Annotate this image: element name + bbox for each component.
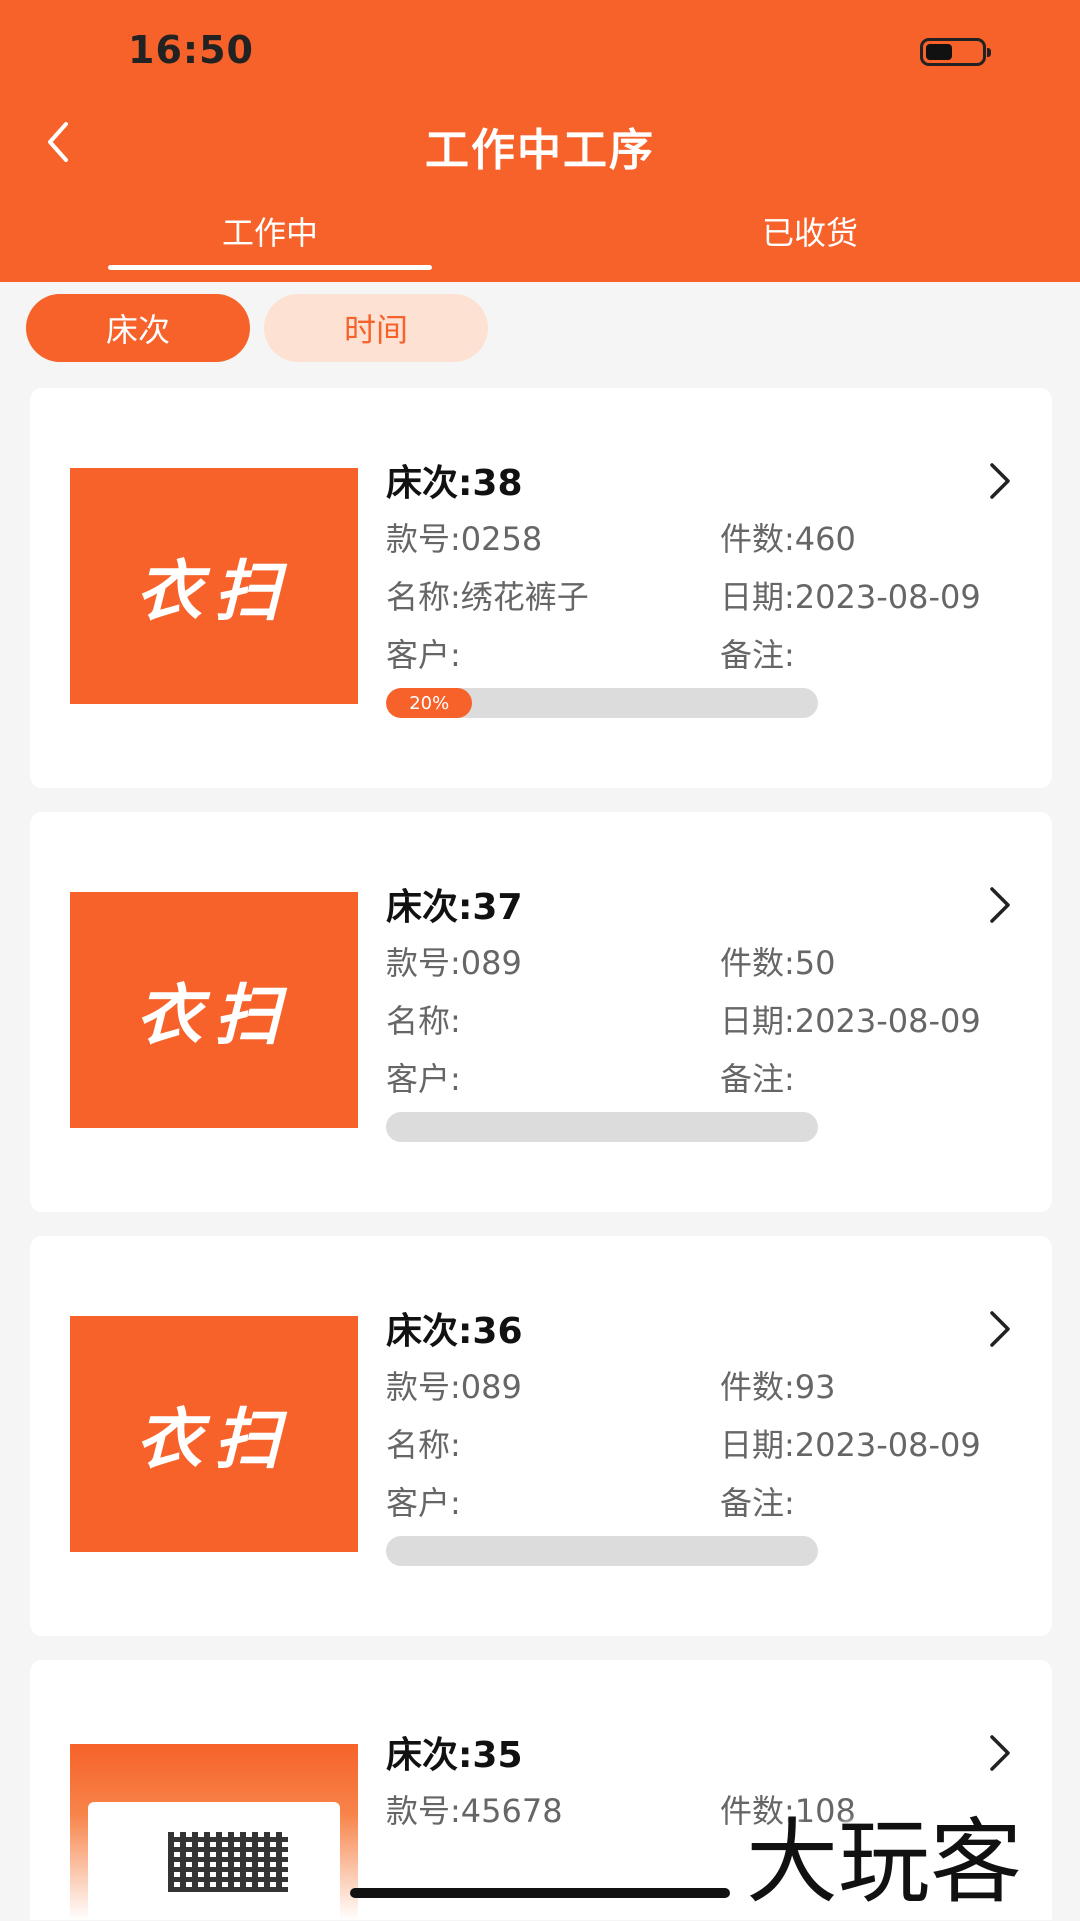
bed-number: 床次:36 <box>386 1311 523 1352</box>
item-name: 名称: <box>386 1426 461 1464</box>
watermark: 大玩客 <box>746 1809 1023 1916</box>
item-date: 日期:2023-08-09 <box>720 1426 981 1464</box>
status-time: 16:50 <box>128 28 254 72</box>
progress-bar: 20% <box>386 688 818 718</box>
tab-working[interactable]: 工作中 <box>105 208 435 254</box>
tab-received[interactable]: 已收货 <box>645 208 975 254</box>
list-item[interactable]: 衣扫 床次:36 款号:089 件数:93 名称: 日期:2023-08-09 … <box>30 1236 1052 1636</box>
bed-number: 床次:35 <box>386 1735 523 1776</box>
header-bar: 16:50 工作中工序 工作中 已收货 <box>0 0 1080 282</box>
note-label: 备注: <box>720 1484 795 1522</box>
bed-number: 床次:37 <box>386 887 523 928</box>
thumbnail: 衣扫 <box>70 1316 358 1552</box>
item-date: 日期:2023-08-09 <box>720 578 981 616</box>
home-indicator <box>350 1888 730 1898</box>
battery-icon <box>920 38 991 66</box>
style-number: 款号:0258 <box>386 520 543 558</box>
qr-code-icon <box>168 1832 288 1892</box>
note-label: 备注: <box>720 1060 795 1098</box>
piece-count: 件数:460 <box>720 520 856 558</box>
brand-logo: 衣扫 <box>136 977 292 1054</box>
qr-preview <box>88 1802 340 1920</box>
list-item[interactable]: 衣扫 床次:37 款号:089 件数:50 名称: 日期:2023-08-09 … <box>30 812 1052 1212</box>
progress-label: 20% <box>409 692 450 714</box>
chevron-right-icon[interactable] <box>980 880 1020 930</box>
progress-bar <box>386 1112 818 1142</box>
piece-count: 件数:93 <box>720 1368 836 1406</box>
active-tab-indicator <box>108 265 432 270</box>
chevron-right-icon[interactable] <box>980 456 1020 506</box>
progress-bar <box>386 1536 818 1566</box>
customer-label: 客户: <box>386 1484 461 1522</box>
style-number: 款号:45678 <box>386 1792 563 1830</box>
filter-time-button[interactable]: 时间 <box>264 294 488 362</box>
piece-count: 件数:50 <box>720 944 836 982</box>
style-number: 款号:089 <box>386 944 522 982</box>
brand-logo: 衣扫 <box>136 553 292 630</box>
thumbnail: 衣扫 <box>70 468 358 704</box>
page-title: 工作中工序 <box>425 125 655 176</box>
item-date: 日期:2023-08-09 <box>720 1002 981 1040</box>
list-item[interactable]: 衣扫 床次:38 款号:0258 件数:460 名称:绣花裤子 日期:2023-… <box>30 388 1052 788</box>
progress-fill: 20% <box>386 688 473 718</box>
thumbnail <box>70 1744 358 1920</box>
note-label: 备注: <box>720 636 795 674</box>
style-number: 款号:089 <box>386 1368 522 1406</box>
chevron-right-icon[interactable] <box>980 1304 1020 1354</box>
filter-bed-button[interactable]: 床次 <box>26 294 250 362</box>
brand-logo: 衣扫 <box>136 1401 292 1478</box>
thumbnail: 衣扫 <box>70 892 358 1128</box>
customer-label: 客户: <box>386 1060 461 1098</box>
item-name: 名称: <box>386 1002 461 1040</box>
chevron-right-icon[interactable] <box>980 1728 1020 1778</box>
bed-number: 床次:38 <box>386 463 523 504</box>
customer-label: 客户: <box>386 636 461 674</box>
item-name: 名称:绣花裤子 <box>386 578 589 616</box>
